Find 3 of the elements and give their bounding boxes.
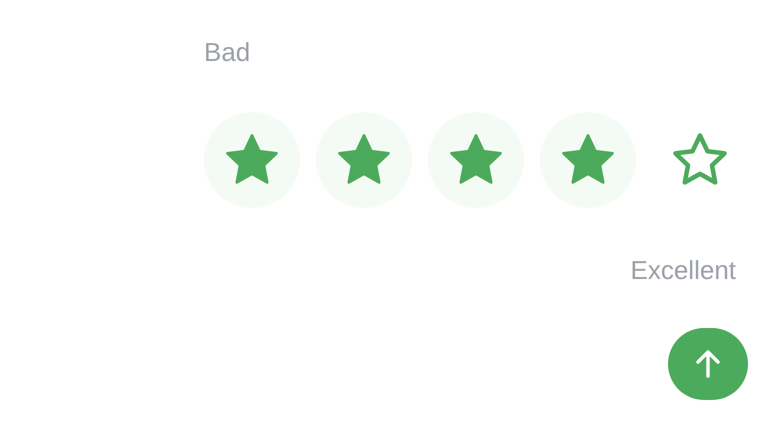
rating-high-label: Excellent xyxy=(630,254,736,286)
rating-low-label: Bad xyxy=(204,36,250,68)
arrow-up-icon xyxy=(694,349,722,379)
